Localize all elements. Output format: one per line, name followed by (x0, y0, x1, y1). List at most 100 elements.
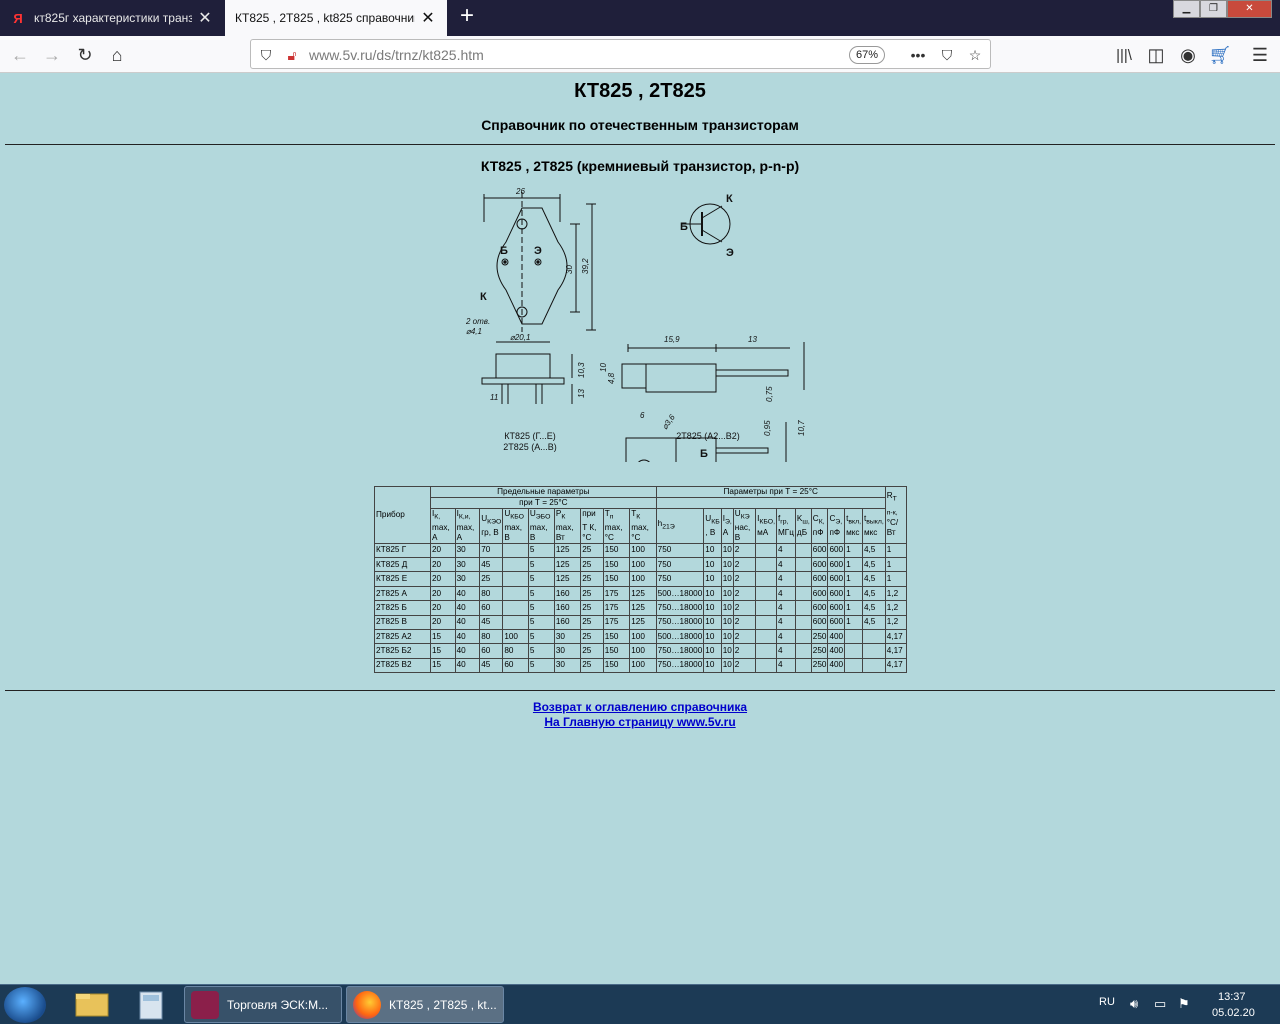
table-cell: 25 (580, 657, 604, 674)
web-page: КТ825 , 2Т825 Справочник по отечественны… (0, 74, 1280, 984)
table-cell: 1,2 (884, 614, 908, 630)
table-cell: 250 (810, 643, 829, 659)
table-row: 2Т825 В2 15 40 45 60 5 30 25 150 100 750…18000 10 10… (374, 657, 908, 674)
table-cell: 250 (810, 628, 829, 645)
address-bar[interactable]: ⛉ 🔓︎ www.5v.ru/ds/trnz/kt825.htm 67% •••… (250, 39, 991, 69)
more-icon[interactable]: ••• (908, 45, 928, 65)
clock-time[interactable]: 13:37 (1218, 991, 1246, 1003)
table-cell: 40 (454, 585, 481, 602)
page-title: КТ825 , 2Т825 (574, 80, 706, 102)
column-header: fгр, МГц (775, 508, 796, 544)
dimension-label: 10,7 (797, 420, 806, 436)
table-row: 2Т825 Б2 15 40 60 80 5 30 25 150 100 750…18000 10 10… (374, 643, 908, 659)
table-cell: 600 (810, 600, 829, 616)
taskbar: Торговля ЭСК:М... КТ825 , 2Т825 , kt... … (0, 984, 1280, 1024)
dimension-label: 2 отв. (465, 317, 490, 326)
pocket-icon[interactable]: ⛉ (937, 45, 957, 65)
table-cell: 80 (479, 628, 504, 645)
clock-date[interactable]: 05.02.20 (1212, 1007, 1255, 1019)
table-cell (844, 643, 863, 659)
table-cell: 600 (827, 614, 846, 630)
back-icon[interactable]: ← (6, 41, 34, 69)
explorer-icon[interactable] (64, 988, 120, 1022)
sidebar-icon[interactable]: ◫ (1142, 41, 1170, 69)
taskbar-task[interactable]: Торговля ЭСК:М... (184, 986, 342, 1023)
divider (5, 144, 1275, 145)
home-page-link[interactable]: На Главную страницу www.5v.ru (0, 715, 1280, 729)
table-cell: 2 (732, 614, 757, 630)
spec-table: Прибор Предельные параметры Параметры пр… (374, 486, 908, 674)
windows-start-icon[interactable] (4, 987, 46, 1023)
table-cell: 1 (844, 585, 863, 602)
close-tab-icon[interactable]: ✕ (419, 8, 437, 28)
home-icon[interactable]: ⌂ (103, 41, 131, 69)
bookmark-star-icon[interactable]: ☆ (965, 45, 985, 65)
header-limit-sub: при Т = 25°С (430, 497, 657, 509)
table-cell (755, 585, 777, 602)
table-cell: 4 (775, 643, 796, 659)
tab-kt825[interactable]: КТ825 , 2Т825 , kt825 справочник т ✕ (225, 0, 447, 36)
zoom-indicator[interactable]: 67% (849, 46, 885, 64)
volume-icon[interactable]: 🔊︎ (1130, 996, 1138, 1012)
header-param-sub (655, 497, 886, 509)
close-window-button[interactable]: ✕ (1227, 0, 1272, 18)
network-icon[interactable]: ▭ (1154, 996, 1166, 1012)
menu-icon[interactable]: ☰ (1246, 41, 1274, 69)
table-cell: 20 (430, 557, 456, 573)
table-cell: 4,17 (884, 657, 908, 674)
close-tab-icon[interactable]: ✕ (196, 8, 214, 28)
table-row: КТ825 Е 20 30 25 5 125 25 150 100 750 10 10 2 4 600 600… (374, 571, 908, 587)
minimize-button[interactable]: ▁ (1173, 0, 1200, 18)
dimension-label: 6 (640, 411, 645, 420)
insecure-lock-icon[interactable]: 🔓︎ (282, 45, 302, 65)
table-cell: 15 (430, 657, 456, 674)
navigation-bar: ← → ↻ ⌂ ⛉ 🔓︎ www.5v.ru/ds/trnz/kt825.htm… (0, 36, 1280, 73)
cart-icon[interactable]: 🛒︎ (1206, 41, 1234, 69)
column-header: UКБ, В (703, 508, 722, 544)
device-name-cell: 2Т825 Б2 (374, 643, 431, 659)
calculator-icon[interactable] (122, 988, 178, 1022)
table-cell: 400 (827, 628, 846, 645)
column-header: IК, max, А (430, 508, 456, 544)
flag-icon[interactable]: ⚑ (1178, 996, 1190, 1012)
table-cell: 10 (720, 628, 734, 645)
table-cell: 10 (703, 600, 722, 616)
table-cell: 60 (502, 657, 529, 674)
library-icon[interactable]: |||\ (1110, 41, 1138, 69)
tab-search[interactable]: Я кт825г характеристики транзи ✕ (0, 0, 224, 36)
table-cell: 175 (602, 600, 631, 616)
table-cell: 5 (527, 643, 555, 659)
table-cell: 5 (527, 571, 555, 587)
pin-label: Э (726, 247, 734, 259)
table-cell: 160 (553, 600, 582, 616)
table-cell: 10 (720, 657, 734, 674)
taskbar-task-firefox[interactable]: КТ825 , 2Т825 , kt... (346, 986, 504, 1023)
table-cell: 80 (479, 585, 504, 602)
table-row: 2Т825 Б 20 40 60 5 160 25 175 125 750…18000 10 10 2 4… (374, 600, 908, 616)
shield-icon[interactable]: ⛉ (256, 45, 276, 65)
table-cell: 150 (602, 628, 631, 645)
column-header: IЭ, А (720, 508, 734, 544)
yandex-icon: Я (13, 10, 23, 26)
new-tab-button[interactable]: + (454, 3, 480, 31)
restore-button[interactable]: ❐ (1200, 0, 1227, 18)
table-cell: 400 (827, 657, 846, 674)
table-cell: 600 (810, 571, 829, 587)
toc-link[interactable]: Возврат к оглавлению справочника (0, 700, 1280, 714)
table-cell: 175 (602, 614, 631, 630)
device-name-cell: 2Т825 А2 (374, 628, 431, 645)
reload-icon[interactable]: ↻ (71, 41, 99, 69)
table-cell: 600 (810, 585, 829, 602)
table-cell: 60 (479, 600, 504, 616)
account-icon[interactable]: ◉ (1174, 41, 1202, 69)
table-cell: 1 (844, 571, 863, 587)
table-cell: 10 (720, 643, 734, 659)
forward-icon[interactable]: → (38, 41, 66, 69)
table-cell: 5 (527, 557, 555, 573)
table-cell: 10 (703, 614, 722, 630)
table-cell (794, 557, 812, 573)
table-cell: 4 (775, 557, 796, 573)
table-cell (794, 585, 812, 602)
table-cell: 4,5 (861, 585, 886, 602)
language-indicator[interactable]: RU (1099, 996, 1115, 1008)
